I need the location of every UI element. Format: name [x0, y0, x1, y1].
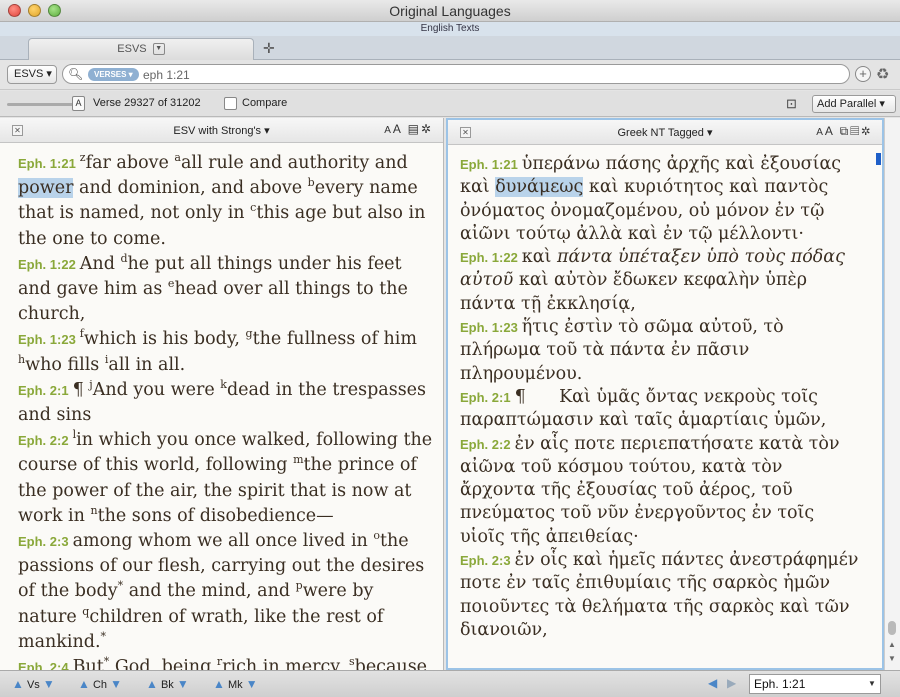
reference-input[interactable]: Eph. 1:21 — [749, 674, 881, 694]
window-title: Original Languages — [389, 3, 511, 19]
scrollbar-thumb[interactable] — [888, 621, 896, 635]
greek-pane: ✕ Greek NT Tagged ▾ AA ⧉▤✲ Eph. 1:21 ὑπερ… — [446, 118, 884, 670]
verse-ref[interactable]: Eph. 2:1 — [18, 383, 69, 398]
tab-esvs[interactable]: ESVS ▼ — [28, 38, 254, 60]
layout-icon[interactable]: ⊡ — [786, 96, 797, 112]
nav-verse: ▲ Vs ▼ — [12, 677, 55, 691]
verse-count: Verse 29327 of 31202 — [93, 97, 201, 109]
verse-ref[interactable]: Eph. 1:22 — [460, 250, 518, 265]
greek-pane-tools: AA ⧉▤✲ — [816, 124, 872, 139]
previous-chapter-icon[interactable]: ▲ — [78, 677, 90, 691]
scroll-down-icon[interactable]: ▼ — [888, 654, 896, 663]
nav-chapter: ▲ Ch ▼ — [78, 677, 122, 691]
decrease-font-icon[interactable]: A — [384, 125, 393, 136]
verse-ref[interactable]: Eph. 1:23 — [460, 320, 518, 335]
search-hit-marker — [876, 153, 881, 165]
search-scope-pill[interactable]: VERSES ▾ — [88, 68, 139, 81]
nav-mark-label: Mk — [227, 679, 243, 691]
gear-icon[interactable]: ✲ — [421, 122, 433, 136]
esv-pane-tools: AA ▤✲ — [384, 122, 433, 136]
gear-icon[interactable]: ✲ — [861, 124, 872, 138]
previous-book-icon[interactable]: ▲ — [146, 677, 158, 691]
tab-label: ESVS — [117, 43, 147, 55]
next-chapter-icon[interactable]: ▼ — [110, 677, 122, 691]
verse-ref[interactable]: Eph. 2:3 — [460, 553, 511, 568]
decrease-font-icon[interactable]: A — [816, 127, 825, 138]
view-options-icon[interactable]: ▤ — [408, 122, 421, 136]
esv-text: Eph. 1:21 zfar above aall rule and author… — [0, 144, 443, 670]
verse-toolbar: A Verse 29327 of 31202 Compare ⊡ Add Par… — [0, 91, 900, 117]
esv-pane-title[interactable]: ESV with Strong's ▾ — [0, 124, 443, 137]
navigation-bar: ▲ Vs ▼ ▲ Ch ▼ ▲ Bk ▼ ▲ Mk ▼ ◀ ▶ Eph. 1:2… — [0, 670, 900, 697]
search-bar: ESVS ▾ 🔍︎ VERSES ▾ + ♻ — [0, 60, 900, 90]
scroll-up-icon[interactable]: ▲ — [888, 640, 896, 649]
verse-ref[interactable]: Eph. 1:21 — [460, 157, 518, 172]
window-subtitle: English Texts — [0, 22, 900, 36]
verse-slider-track[interactable] — [7, 103, 75, 106]
compare-checkbox[interactable] — [224, 97, 237, 110]
tab-bar: ESVS ▼ ✛ — [0, 36, 900, 60]
search-icon[interactable]: 🔍︎ — [68, 67, 83, 81]
resource-select-button[interactable]: ESVS ▾ — [7, 65, 57, 84]
nav-book-label: Bk — [160, 679, 174, 691]
increase-font-icon[interactable]: A — [825, 124, 834, 138]
esv-pane: ✕ ESV with Strong's ▾ AA ▤✲ Eph. 1:21 zfa… — [0, 118, 444, 670]
nav-verse-label: Vs — [26, 679, 40, 691]
tab-menu-icon[interactable]: ▼ — [152, 43, 165, 56]
greek-pane-header: ✕ Greek NT Tagged ▾ AA ⧉▤✲ — [448, 120, 882, 145]
previous-verse-icon[interactable]: ▲ — [12, 677, 24, 691]
verse-ref[interactable]: Eph. 2:2 — [18, 433, 69, 448]
next-verse-icon[interactable]: ▼ — [43, 677, 55, 691]
scrollbar[interactable]: ▲ ▼ — [884, 118, 900, 670]
nav-chapter-label: Ch — [92, 679, 108, 691]
previous-mark-icon[interactable]: ▲ — [213, 677, 225, 691]
search-input[interactable] — [143, 67, 833, 82]
verse-slider-thumb[interactable]: A — [72, 96, 85, 111]
add-parallel-button[interactable]: Add Parallel ▾ — [812, 95, 896, 113]
recycle-icon[interactable]: ♻ — [876, 65, 889, 83]
title-bar: Original Languages — [0, 0, 900, 22]
verse-ref[interactable]: Eph. 1:23 — [18, 332, 76, 347]
search-field[interactable]: 🔍︎ VERSES ▾ — [62, 64, 850, 84]
greek-text: Eph. 1:21 ὑπεράνω πάσης ἀρχῆς καὶ ἐξουσία… — [460, 154, 859, 640]
copy-icon[interactable]: ⧉ — [840, 124, 851, 138]
add-tab-icon[interactable]: ✛ — [263, 40, 275, 57]
verse-ref[interactable]: Eph. 2:1 — [460, 390, 511, 405]
back-arrow-icon[interactable]: ◀ — [708, 676, 717, 690]
nav-mark: ▲ Mk ▼ — [213, 677, 258, 691]
forward-arrow-icon[interactable]: ▶ — [727, 676, 736, 690]
compare-label: Compare — [242, 97, 288, 109]
add-search-icon[interactable]: + — [855, 66, 871, 82]
increase-font-icon[interactable]: A — [393, 122, 402, 136]
next-book-icon[interactable]: ▼ — [177, 677, 189, 691]
verse-ref[interactable]: Eph. 1:21 — [18, 156, 76, 171]
verse-ref[interactable]: Eph. 2:2 — [460, 437, 511, 452]
esv-pane-header: ✕ ESV with Strong's ▾ AA ▤✲ — [0, 118, 443, 143]
view-options-icon[interactable]: ▤ — [850, 124, 861, 138]
nav-book: ▲ Bk ▼ — [146, 677, 189, 691]
verse-ref[interactable]: Eph. 2:4 — [18, 660, 69, 670]
next-mark-icon[interactable]: ▼ — [246, 677, 258, 691]
verse-ref[interactable]: Eph. 1:22 — [18, 257, 76, 272]
verse-ref[interactable]: Eph. 2:3 — [18, 534, 69, 549]
chevron-down-icon[interactable]: ▼ — [868, 679, 876, 688]
